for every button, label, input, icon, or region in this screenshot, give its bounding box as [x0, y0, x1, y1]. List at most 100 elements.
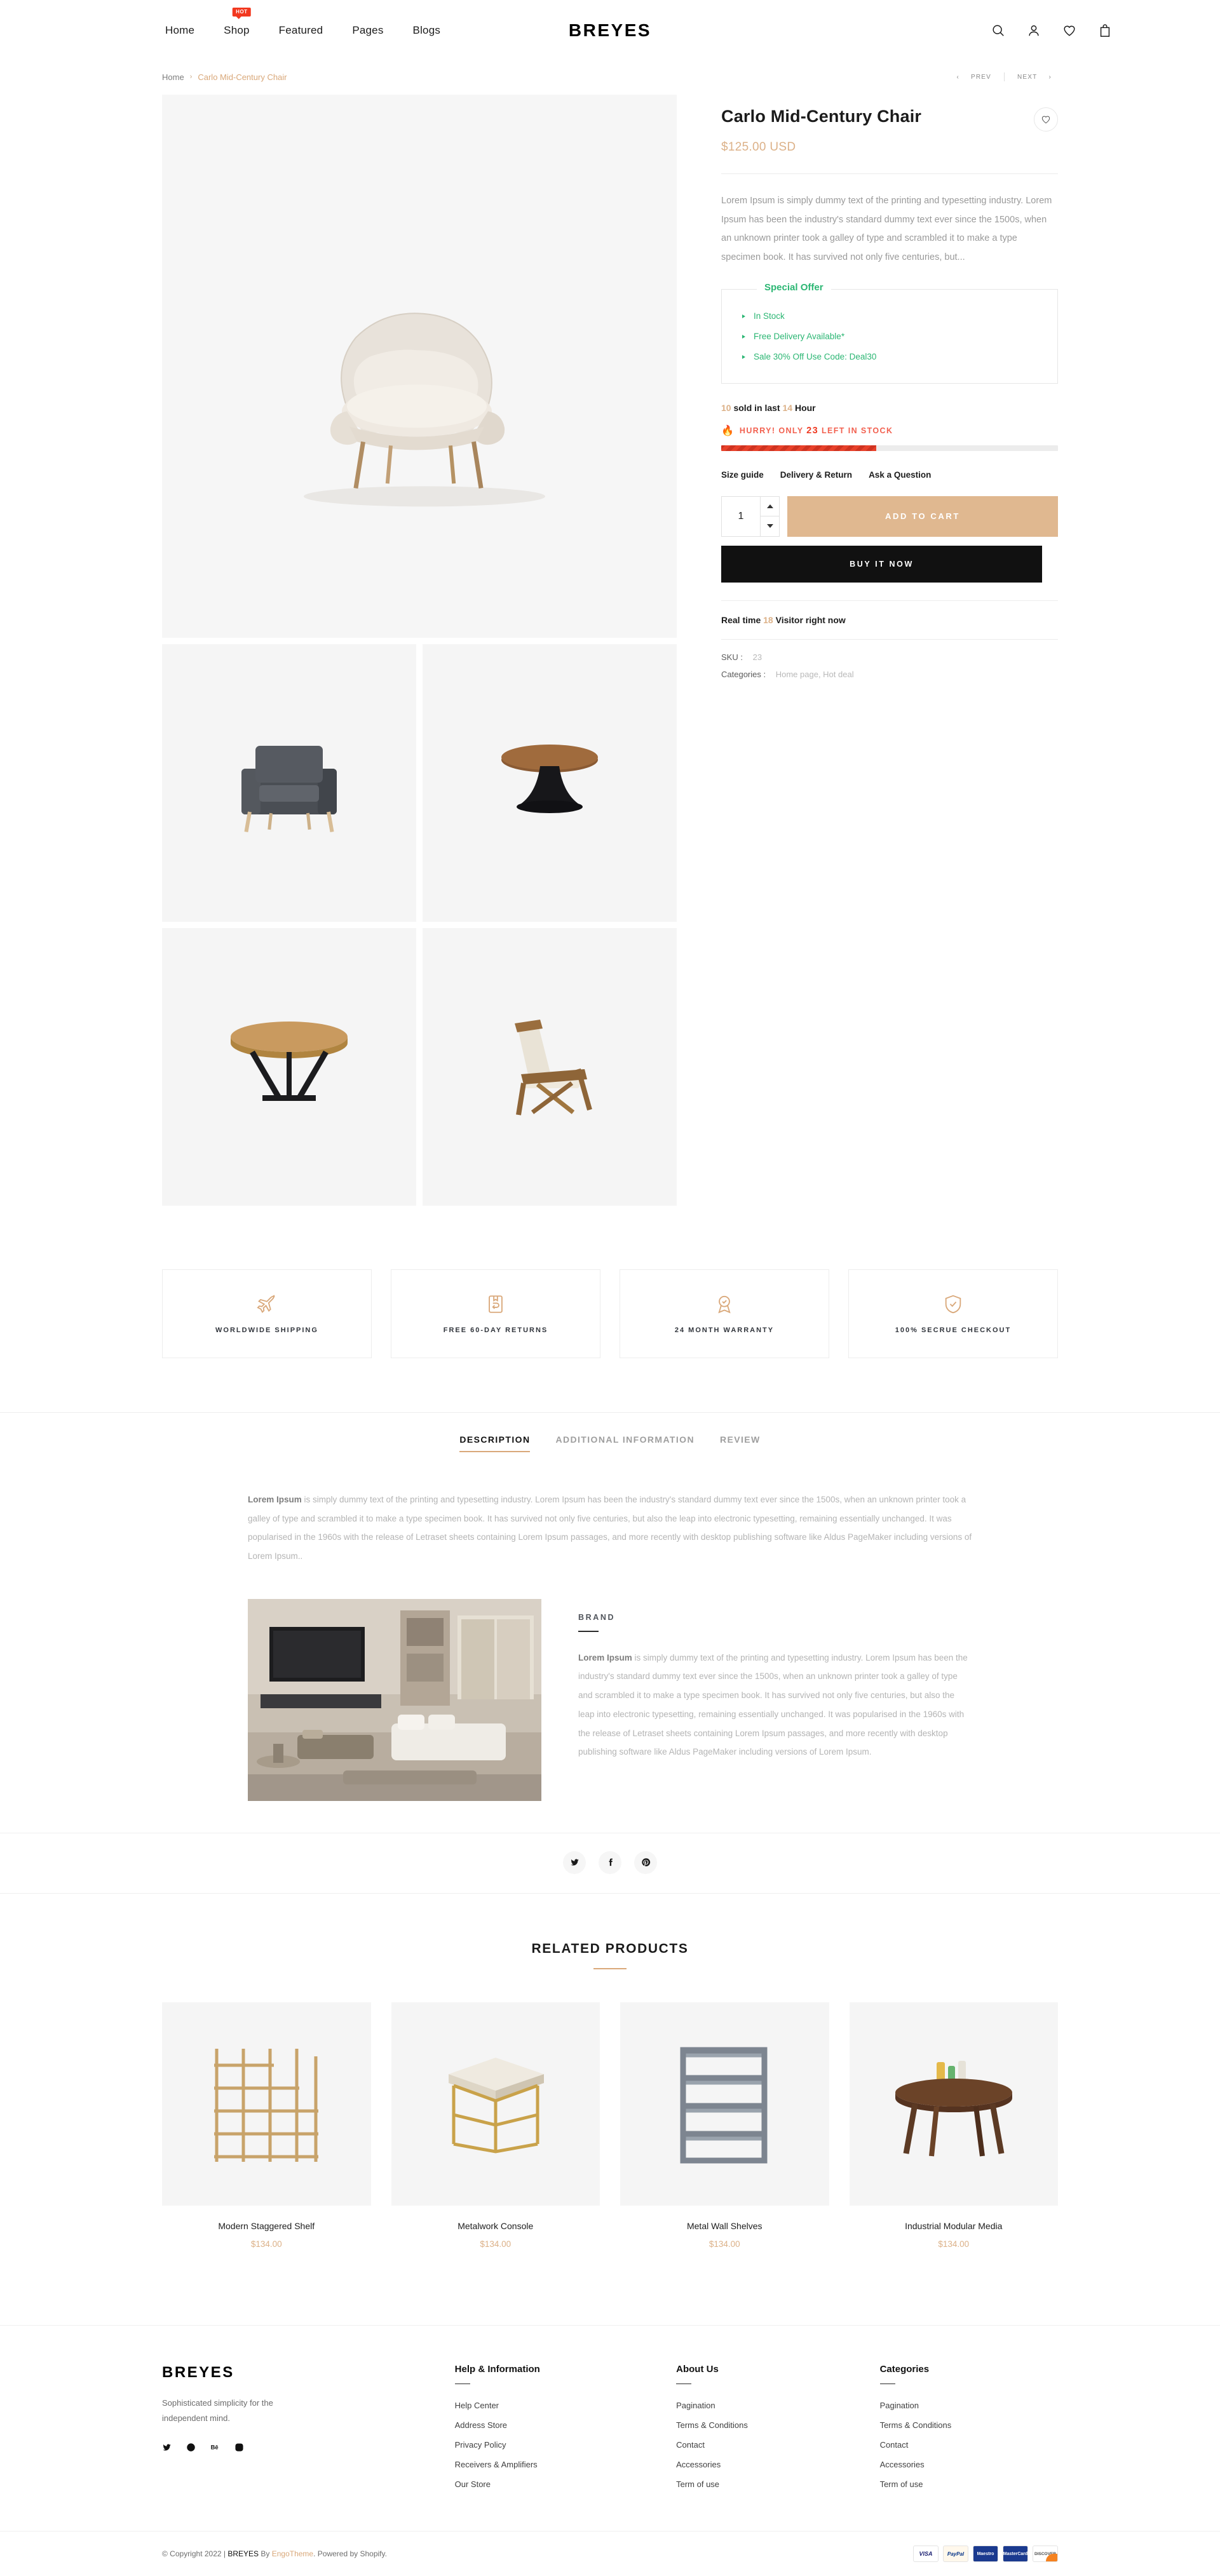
nav-item-blogs[interactable]: Blogs [413, 24, 441, 37]
payment-paypal-icon: PayPal [943, 2546, 968, 2563]
quantity-buttons [760, 496, 779, 536]
add-to-wishlist-button[interactable] [1034, 107, 1058, 131]
tab-description[interactable]: DESCRIPTION [459, 1434, 531, 1452]
related-product-image[interactable] [162, 2002, 371, 2206]
related-product-image[interactable] [849, 2002, 1058, 2206]
footer-link[interactable]: Accessories [676, 2460, 854, 2469]
related-product-price: $134.00 [708, 2239, 740, 2249]
quantity-input[interactable] [722, 496, 760, 536]
realtime-suffix: Visitor right now [775, 614, 846, 625]
thumbnail-wood-lounge-chair[interactable] [423, 928, 677, 1206]
search-icon[interactable] [991, 24, 1005, 37]
categories-value[interactable]: Home page, Hot deal [776, 670, 854, 679]
footer-link[interactable]: Term of use [880, 2479, 1058, 2489]
purchase-row: ADD TO CART [721, 496, 1058, 537]
share-twitter-button[interactable] [563, 1851, 586, 1874]
share-facebook-button[interactable] [599, 1851, 621, 1874]
delivery-return-link[interactable]: Delivery & Return [780, 470, 852, 480]
twitter-icon[interactable] [162, 2443, 172, 2453]
brand-text: BRAND Lorem Ipsum is simply dummy text o… [578, 1599, 972, 1801]
share-pinterest-button[interactable] [634, 1851, 657, 1874]
site-header: Home HOT Shop Featured Pages Blogs BREYE… [0, 0, 1220, 60]
related-product-card[interactable]: Metal Wall Shelves $134.00 [620, 2002, 829, 2249]
related-product-price: $134.00 [480, 2239, 512, 2249]
footer-link[interactable]: Our Store [455, 2479, 651, 2489]
product-main-image[interactable] [162, 95, 677, 638]
tab-additional-information[interactable]: ADDITIONAL INFORMATION [555, 1434, 695, 1452]
hurry-count: 23 [806, 425, 819, 436]
nav-hot-badge: HOT [233, 7, 251, 19]
tab-review[interactable]: REVIEW [720, 1434, 761, 1452]
description-body: is simply dummy text of the printing and… [248, 1495, 972, 1561]
quantity-increment-button[interactable] [761, 497, 779, 516]
payment-visa-icon: VISA [913, 2546, 939, 2563]
brand-lead: Lorem Ipsum [578, 1652, 632, 1662]
breadcrumb-home[interactable]: Home [162, 72, 184, 82]
brand-block: BRAND Lorem Ipsum is simply dummy text o… [248, 1598, 972, 1833]
staggered-shelf-illustration [214, 2048, 319, 2162]
size-guide-link[interactable]: Size guide [721, 470, 764, 480]
footer-link[interactable]: Contact [676, 2440, 854, 2450]
quantity-stepper[interactable] [721, 496, 780, 537]
quantity-decrement-button[interactable] [761, 516, 779, 536]
footer-link[interactable]: Pagination [676, 2401, 854, 2410]
return-box-icon [489, 1295, 503, 1313]
footer-link[interactable]: Help Center [455, 2401, 651, 2410]
industrial-modular-media-illustration [895, 2060, 1012, 2157]
nav-item-shop[interactable]: HOT Shop [224, 7, 251, 37]
next-product-button[interactable]: NEXT › [1005, 74, 1058, 81]
thumbnail-tulip-side-table[interactable] [423, 644, 677, 922]
categories-row: Categories : Home page, Hot deal [721, 669, 854, 679]
footer-column-categories: Categories Pagination Terms & Conditions… [879, 2364, 1058, 2500]
add-to-cart-button[interactable]: ADD TO CART [787, 496, 1058, 537]
related-product-name: Metalwork Console [458, 2220, 534, 2231]
feature-label: 24 MONTH WARRANTY [674, 1326, 775, 1334]
footer-logo[interactable]: BREYES [162, 2364, 430, 2382]
cart-bag-icon[interactable] [1098, 24, 1112, 37]
nav-item-featured[interactable]: Featured [279, 24, 323, 37]
nav-item-pages[interactable]: Pages [352, 24, 383, 37]
nav-item-home[interactable]: Home [165, 24, 194, 37]
product-pager: ‹ PREV NEXT › [950, 72, 1058, 81]
realtime-visitors: Real time 18 Visitor right now [721, 615, 1058, 625]
footer-link[interactable]: Terms & Conditions [880, 2420, 1058, 2430]
stock-progress-bar [721, 445, 1058, 451]
buy-it-now-button[interactable]: BUY IT NOW [721, 545, 1042, 583]
related-product-image[interactable] [620, 2002, 829, 2206]
social-share-row [0, 1832, 1220, 1893]
footer-link[interactable]: Privacy Policy [455, 2440, 651, 2450]
description-lead: Lorem Ipsum [248, 1495, 302, 1504]
related-product-card[interactable]: Industrial Modular Media $134.00 [849, 2002, 1058, 2249]
thumbnail-gray-armchair[interactable] [162, 644, 416, 922]
footer-link[interactable]: Address Store [455, 2420, 651, 2430]
copyright-pre: © Copyright 2022 | [162, 2549, 228, 2559]
product-utility-links: Size guide Delivery & Return Ask a Quest… [721, 470, 1058, 480]
site-logo[interactable]: BREYES [569, 20, 651, 41]
hurry-prefix: HURRY! ONLY [739, 426, 804, 435]
nav-label: Featured [278, 24, 323, 36]
copyright-theme[interactable]: EngoTheme [272, 2549, 313, 2558]
related-product-card[interactable]: Metalwork Console $134.00 [391, 2002, 600, 2249]
breadcrumb: Home › Carlo Mid-Century Chair ‹ PREV NE… [0, 60, 1220, 87]
related-product-card[interactable]: Modern Staggered Shelf $134.00 [162, 2002, 371, 2249]
footer-link[interactable]: Terms & Conditions [676, 2420, 854, 2430]
footer-link[interactable]: Accessories [880, 2460, 1058, 2469]
facebook-icon [609, 1858, 613, 1866]
footer-link[interactable]: Pagination [880, 2401, 1058, 2410]
wishlist-heart-icon[interactable] [1062, 24, 1076, 37]
footer-link[interactable]: Term of use [676, 2479, 854, 2489]
footer-link[interactable]: Contact [880, 2440, 1058, 2450]
thumbnail-round-dining-table[interactable] [162, 928, 416, 1206]
caret-down-icon [766, 524, 773, 529]
dribbble-icon[interactable] [186, 2443, 196, 2453]
copyright-text: © Copyright 2022 | BREYES By EngoTheme. … [162, 2549, 387, 2558]
payment-maestro-icon: Maestro [973, 2546, 998, 2563]
ask-question-link[interactable]: Ask a Question [869, 470, 931, 480]
account-icon[interactable] [1027, 24, 1041, 37]
prev-product-button[interactable]: ‹ PREV [950, 74, 1004, 81]
instagram-icon[interactable] [234, 2443, 245, 2453]
behance-icon[interactable]: Bē [210, 2443, 220, 2453]
related-product-image[interactable] [391, 2002, 600, 2206]
footer-link[interactable]: Receivers & Amplifiers [455, 2460, 651, 2469]
site-footer: BREYES Sophisticated simplicity for the … [0, 2324, 1220, 2532]
